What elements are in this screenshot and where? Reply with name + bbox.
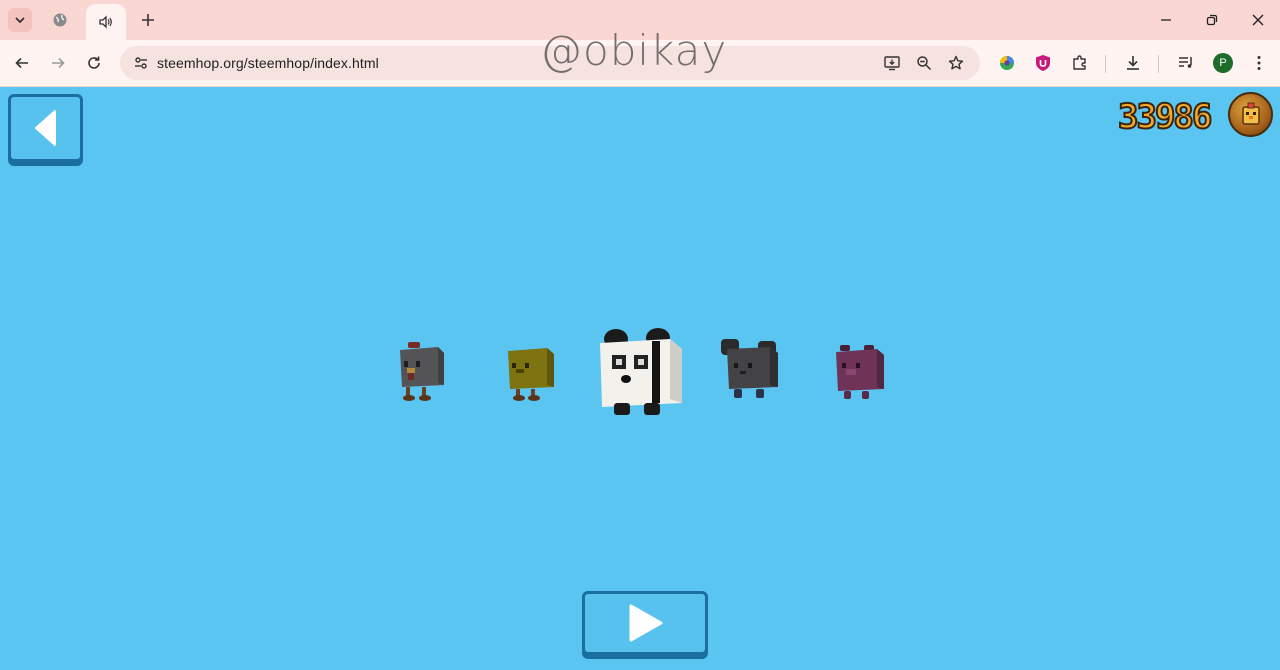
speaker-icon [99, 15, 112, 29]
extension-ublock[interactable] [1030, 50, 1056, 76]
bookmark-button[interactable] [943, 50, 969, 76]
arrow-left-icon [15, 57, 28, 69]
toolbar-separator [1105, 55, 1106, 73]
play-button[interactable] [582, 591, 708, 655]
game-canvas[interactable]: 33986 [0, 87, 1280, 670]
play-icon [629, 604, 663, 642]
site-info-button[interactable] [128, 50, 154, 76]
zoom-out-icon [917, 56, 932, 71]
tab-globe[interactable] [46, 6, 74, 34]
profile-avatar[interactable]: P [1213, 53, 1233, 73]
browser-menu-button[interactable] [1246, 50, 1272, 76]
tab-active[interactable] [86, 4, 126, 40]
coin-score: 33986 [1117, 96, 1213, 138]
character-mouse[interactable] [718, 337, 782, 403]
game-back-button[interactable] [8, 94, 83, 162]
restore-button[interactable] [1192, 4, 1232, 36]
arrow-right-icon [52, 57, 65, 69]
more-vertical-icon [1257, 56, 1261, 70]
minimize-button[interactable] [1146, 4, 1186, 36]
new-tab-button[interactable] [134, 6, 162, 34]
character-chick[interactable] [503, 343, 559, 403]
character-panda-selected[interactable] [596, 327, 686, 421]
star-icon [948, 55, 964, 70]
watermark-text: @obikay [540, 26, 728, 75]
restore-icon [1206, 14, 1218, 26]
globe-icon [53, 13, 67, 27]
character-pig[interactable] [832, 343, 890, 403]
tab-search-button[interactable] [8, 8, 32, 32]
chevron-down-icon [15, 17, 25, 24]
tune-icon [135, 57, 147, 69]
chrome-web-store-icon [1000, 56, 1014, 70]
plus-icon [142, 14, 154, 26]
avatar-initial: P [1219, 57, 1227, 69]
chicken-face-icon [1241, 102, 1260, 125]
extension-webstore[interactable] [994, 50, 1020, 76]
queue-music-icon [1179, 57, 1192, 68]
back-nav-button[interactable] [7, 48, 37, 78]
reload-button[interactable] [79, 48, 109, 78]
back-arrow-icon [34, 110, 56, 146]
character-chicken[interactable] [394, 341, 450, 403]
reload-icon [88, 56, 100, 69]
close-icon [1252, 14, 1264, 26]
minimize-icon [1161, 19, 1171, 21]
media-controls-button[interactable] [1173, 50, 1199, 76]
url-text[interactable]: steemhop.org/steemhop/index.html [157, 55, 379, 71]
install-app-button[interactable] [879, 50, 905, 76]
toolbar-separator [1158, 55, 1159, 73]
coin-icon [1228, 92, 1273, 137]
ublock-icon [1036, 55, 1050, 71]
install-icon [884, 56, 900, 71]
close-window-button[interactable] [1238, 4, 1278, 36]
downloads-button[interactable] [1120, 50, 1146, 76]
zoom-button[interactable] [911, 50, 937, 76]
puzzle-icon [1073, 55, 1086, 70]
download-icon [1127, 56, 1139, 70]
extensions-menu-button[interactable] [1067, 50, 1093, 76]
forward-nav-button[interactable] [43, 48, 73, 78]
